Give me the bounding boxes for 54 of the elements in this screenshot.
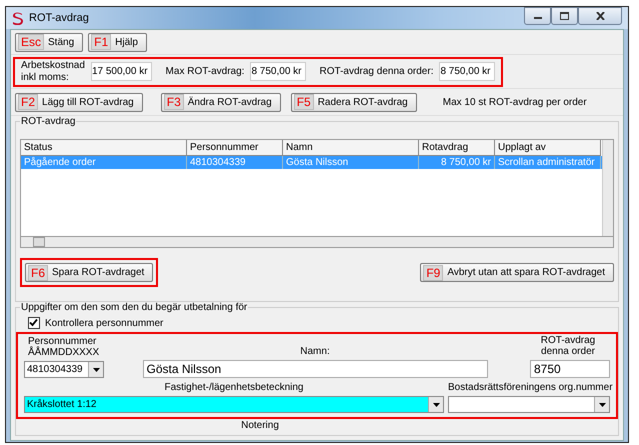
save-button[interactable]: F6 Spara ROT-avdraget [25, 263, 154, 282]
checkbox[interactable] [28, 317, 40, 329]
field-label: Max ROT-avdrag: [166, 66, 244, 77]
column-header[interactable]: Upplagt av [495, 140, 601, 156]
field-label: Personnummer ÅÅMMDDXXXX [28, 336, 100, 358]
field-label: Arbetskostnad inkl moms: [21, 60, 85, 84]
dropdown-button[interactable] [594, 397, 609, 412]
column-header[interactable]: Rotavdrag [419, 140, 495, 156]
amount-field[interactable]: 8 750,00 kr [250, 62, 306, 81]
close-button[interactable] [578, 7, 622, 25]
maximize-button[interactable] [551, 7, 578, 25]
table-cell: Scrollan administratör [495, 156, 601, 169]
field-label: Bostadsrättsföreningens org.nummer [448, 382, 610, 393]
column-header[interactable]: Personnummer [187, 140, 283, 156]
toolbar-button[interactable]: F1 Hjälp [88, 32, 147, 52]
personnummer-dropdown[interactable]: 4810304339 [24, 361, 104, 378]
table-cell: 4810304339 [187, 156, 283, 169]
field-label: Namn: [299, 346, 331, 357]
amount-field[interactable]: 8750 [530, 360, 610, 378]
name-field[interactable]: Gösta Nilsson [142, 360, 488, 378]
field-label: ROT-avdrag denna order [540, 335, 596, 357]
caret-icon [92, 368, 100, 372]
action-button[interactable]: F5 Radera ROT-avdrag [290, 92, 417, 112]
column-header[interactable]: Status [21, 140, 187, 156]
minimize-button[interactable] [524, 7, 551, 25]
action-button[interactable]: F2 Lägg till ROT-avdrag [15, 92, 143, 112]
checkbox-label: Kontrollera personnummer [45, 318, 164, 328]
caret-icon [432, 402, 440, 406]
property-dropdown[interactable]: Kråkslottet 1:12 [24, 396, 444, 413]
field-label: Fastighet-/lägenhetsbeteckning [164, 382, 304, 393]
toolbar-button[interactable]: Esc Stäng [15, 32, 84, 52]
amount-field[interactable]: 8 750,00 kr [439, 62, 495, 81]
amount-field[interactable]: 17 500,00 kr [90, 62, 152, 81]
column-header[interactable]: Namn [283, 140, 419, 156]
group-title: Uppgifter om den som den du begär utbetalning för [20, 302, 248, 313]
dropdown-button[interactable] [88, 362, 103, 377]
field-label: Notering [240, 420, 280, 432]
maximize-icon [560, 12, 569, 20]
field-label: ROT-avdrag denna order: [320, 66, 434, 77]
limit-note: Max 10 st ROT-avdrag per order [442, 96, 587, 108]
window-title: ROT-avdrag [29, 12, 89, 24]
table-cell: Pågående order [21, 156, 187, 169]
action-button[interactable]: F3 Ändra ROT-avdrag [160, 92, 281, 112]
logo-icon [12, 12, 23, 24]
vertical-scrollbar[interactable] [602, 140, 613, 236]
cancel-button[interactable]: F9 Avbryt utan att spara ROT-avdraget [420, 263, 614, 282]
table-cell: Gösta Nilsson [283, 156, 419, 169]
close-icon [596, 12, 604, 20]
checkmark-icon [29, 318, 38, 327]
table-cell: 8 750,00 kr [419, 156, 495, 169]
dropdown-button[interactable] [428, 397, 443, 412]
caret-icon [598, 402, 606, 406]
horizontal-scrollbar[interactable] [20, 236, 614, 248]
group-title: ROT-avdrag [20, 116, 76, 127]
